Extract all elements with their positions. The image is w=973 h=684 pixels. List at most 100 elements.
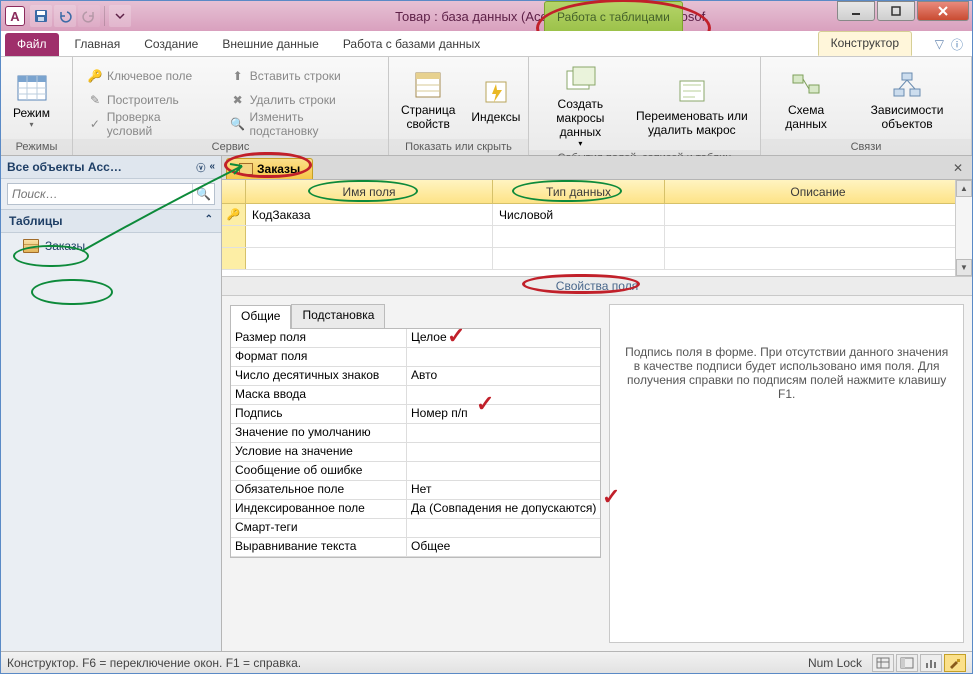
property-row[interactable]: Индексированное полеДа (Совпадения не до… [231, 500, 600, 519]
tab-file[interactable]: Файл [5, 33, 59, 56]
delete-row-icon: ✖ [230, 92, 246, 108]
tab-dbtools[interactable]: Работа с базами данных [331, 33, 492, 56]
property-sheet-button[interactable]: Страница свойств [395, 67, 461, 133]
row-selector[interactable]: 🔑 [222, 204, 246, 225]
tab-design[interactable]: Конструктор [818, 31, 912, 56]
property-value[interactable] [407, 386, 600, 404]
close-button[interactable] [917, 1, 969, 21]
nav-pane: Все объекты Acc… ⓥ« 🔍 Таблицы ⌃ Заказы [1, 156, 222, 651]
nav-search: 🔍 [7, 183, 215, 205]
property-value[interactable] [407, 424, 600, 442]
primary-key-icon: 🔑 [227, 208, 241, 221]
relationships-button[interactable]: Схема данных [767, 67, 845, 133]
col-data-type[interactable]: Тип данных [493, 180, 665, 203]
contextual-tab-group: Работа с таблицами [544, 1, 683, 31]
property-value[interactable] [407, 519, 600, 537]
ribbon-help-icon[interactable]: ⓘ [948, 35, 966, 53]
col-description[interactable]: Описание [665, 180, 972, 203]
property-value[interactable] [407, 443, 600, 461]
tab-external[interactable]: Внешние данные [210, 33, 331, 56]
property-value[interactable] [407, 348, 600, 366]
search-icon[interactable]: 🔍 [192, 184, 214, 204]
property-row[interactable]: Условие на значение [231, 443, 600, 462]
ribbon: Режим ▾ Режимы 🔑Ключевое поле ✎Построите… [1, 57, 972, 156]
qat-undo-icon[interactable] [54, 5, 76, 27]
tab-home[interactable]: Главная [63, 33, 133, 56]
object-dependencies-button[interactable]: Зависимости объектов [849, 67, 965, 133]
grid-scrollbar[interactable]: ▲▼ [955, 180, 972, 276]
property-label: Обязательное поле [231, 481, 407, 499]
maximize-button[interactable] [877, 1, 915, 21]
tab-lookup[interactable]: Подстановка [291, 304, 385, 328]
validation-button[interactable]: ✓Проверка условий [83, 113, 212, 135]
cell-field-name[interactable]: КодЗаказа [246, 204, 493, 225]
property-label: Индексированное поле [231, 500, 407, 518]
row-selector[interactable] [222, 248, 246, 269]
property-label: Сообщение об ошибке [231, 462, 407, 480]
row-selector[interactable] [222, 226, 246, 247]
property-sheet-icon [412, 69, 444, 101]
numlock-indicator: Num Lock [808, 656, 862, 670]
document-close-button[interactable]: ✕ [950, 160, 966, 176]
properties-splitter: Свойства поля [222, 276, 972, 296]
property-row[interactable]: Сообщение об ошибке [231, 462, 600, 481]
col-field-name[interactable]: Имя поля [246, 180, 493, 203]
property-value[interactable]: Нет [407, 481, 600, 499]
view-button[interactable]: Режим ▾ [7, 70, 56, 131]
property-row[interactable]: ПодписьНомер п/п [231, 405, 600, 424]
view-design-button[interactable] [944, 654, 966, 672]
property-label: Подпись [231, 405, 407, 423]
property-row[interactable]: Число десятичных знаковАвто [231, 367, 600, 386]
view-datasheet-button[interactable] [872, 654, 894, 672]
property-row[interactable]: Размер поляЦелое [231, 329, 600, 348]
property-row[interactable]: Обязательное полеНет [231, 481, 600, 500]
delete-rows-button[interactable]: ✖Удалить строки [226, 89, 378, 111]
nav-filter-icon[interactable]: ⓥ« [196, 161, 215, 174]
group-tools-label: Сервис [73, 139, 388, 155]
tab-general[interactable]: Общие [230, 305, 291, 329]
primary-key-button[interactable]: 🔑Ключевое поле [83, 65, 212, 87]
macro-icon [564, 63, 596, 95]
ribbon-collapse-icon[interactable]: ▽ [935, 37, 944, 51]
property-sheet: Общие Подстановка Размер поляЦелоеФормат… [222, 296, 972, 651]
property-row[interactable]: Выравнивание текстаОбщее [231, 538, 600, 557]
property-label: Выравнивание текста [231, 538, 407, 556]
indexes-button[interactable]: Индексы [465, 74, 526, 126]
property-row[interactable]: Формат поля [231, 348, 600, 367]
rename-macro-icon [676, 75, 708, 107]
property-value[interactable]: Да (Совпадения не допускаются) [407, 500, 600, 518]
view-pivotchart-button[interactable] [920, 654, 942, 672]
property-value[interactable] [407, 462, 600, 480]
nav-item-zakazy[interactable]: Заказы [1, 233, 221, 259]
qat-save-icon[interactable] [30, 5, 52, 27]
dependencies-icon [891, 69, 923, 101]
builder-button[interactable]: ✎Построитель [83, 89, 212, 111]
cell-data-type[interactable]: Числовой [493, 204, 665, 225]
property-label: Формат поля [231, 348, 407, 366]
qat-redo-icon[interactable] [78, 5, 100, 27]
cell-description[interactable] [665, 204, 972, 225]
status-text: Конструктор. F6 = переключение окон. F1 … [7, 656, 301, 670]
collapse-icon: ⌃ [205, 214, 213, 228]
minimize-button[interactable] [837, 1, 875, 21]
view-pivottable-button[interactable] [896, 654, 918, 672]
property-value[interactable]: Авто [407, 367, 600, 385]
property-value[interactable]: Номер п/п [407, 405, 600, 423]
property-row[interactable]: Смарт-теги [231, 519, 600, 538]
nav-group-tables[interactable]: Таблицы ⌃ [1, 209, 221, 233]
tab-create[interactable]: Создание [132, 33, 210, 56]
property-row[interactable]: Значение по умолчанию [231, 424, 600, 443]
ribbon-tabs: Файл Главная Создание Внешние данные Раб… [1, 31, 972, 57]
nav-search-input[interactable] [8, 184, 192, 204]
property-label: Смарт-теги [231, 519, 407, 537]
qat-customize-icon[interactable] [109, 5, 131, 27]
property-row[interactable]: Маска ввода [231, 386, 600, 405]
nav-pane-header[interactable]: Все объекты Acc… ⓥ« [1, 156, 221, 179]
property-value[interactable]: Общее [407, 538, 600, 556]
data-macros-button[interactable]: Создать макросы данных▾ [535, 61, 626, 150]
modify-lookup-button[interactable]: 🔍Изменить подстановку [226, 113, 378, 135]
document-tab-zakazy[interactable]: Заказы [226, 158, 313, 179]
property-value[interactable]: Целое [407, 329, 600, 347]
rename-delete-macro-button[interactable]: Переименовать или удалить макрос [630, 73, 754, 139]
insert-rows-button[interactable]: ⬆Вставить строки [226, 65, 378, 87]
